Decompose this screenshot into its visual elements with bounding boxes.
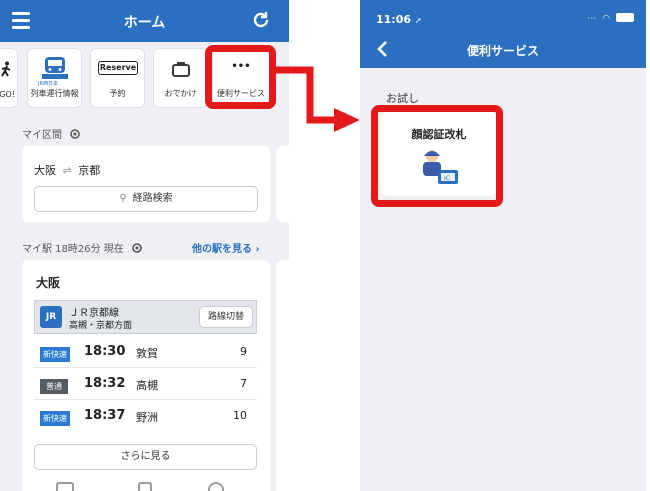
tile-reserve[interactable]: Reserve 予約 <box>90 48 145 108</box>
services-header: 11:06 ➚ ⋯ ◠ 便利サービス <box>360 0 646 68</box>
wifi-icon: ◠ <box>602 14 611 24</box>
route-text: 大阪 ⇌ 京都 <box>34 164 101 177</box>
train-type-badge: 普通 <box>40 379 68 394</box>
next-card-peek <box>276 146 289 222</box>
location-arrow-icon: ➚ <box>414 16 422 25</box>
train-row[interactable]: 普通 18:32 高槻 7 <box>34 370 257 400</box>
bag-icon <box>172 62 190 77</box>
chevron-right-icon: › <box>255 244 260 255</box>
status-icons: ⋯ ◠ <box>587 13 634 24</box>
tile-go[interactable]: GO! <box>0 48 18 108</box>
settings-gear-icon[interactable] <box>131 242 143 254</box>
card-icon <box>56 482 74 491</box>
train-type-badge: 新快速 <box>40 411 70 426</box>
refresh-icon[interactable] <box>251 10 271 30</box>
settings-gear-icon[interactable] <box>69 128 81 140</box>
my-station-label: マイ駅 18時26分 現在 <box>22 240 143 255</box>
station-name: 大阪 <box>36 276 61 290</box>
line-direction: 高槻・京都方面 <box>69 321 133 331</box>
line-header: JR ＪＲ京都線 高槻・京都方面 路線切替 <box>34 300 257 334</box>
line-name: ＪＲ京都線 <box>69 308 119 319</box>
battery-icon <box>616 13 634 22</box>
page-title: ホーム <box>123 15 166 31</box>
my-route-card: 大阪 ⇌ 京都 ⚲ 経路検索 <box>22 146 270 222</box>
right-phone-screen: 11:06 ➚ ⋯ ◠ 便利サービス お試し 顔認証改札 IC <box>360 0 646 491</box>
page-title: 便利サービス <box>466 44 539 58</box>
walking-person-icon <box>1 61 11 77</box>
train-row[interactable]: 新快速 18:30 敦賀 9 <box>34 338 257 368</box>
clock-icon <box>208 482 224 491</box>
route-search-button[interactable]: ⚲ 経路検索 <box>34 186 258 212</box>
other-stations-link[interactable]: 他の駅を見る › <box>192 240 260 255</box>
see-more-button[interactable]: さらに見る <box>34 444 257 470</box>
app-header: ホーム <box>0 0 289 42</box>
trial-section-label: お試し <box>386 92 419 105</box>
my-route-label: マイ区間 <box>22 126 81 141</box>
map-pin-icon: ⚲ <box>119 193 127 204</box>
status-time: 11:06 ➚ <box>376 13 422 26</box>
highlight-box-card <box>371 105 503 207</box>
next-station-card-peek <box>276 260 289 491</box>
signal-icon: ⋯ <box>587 14 597 24</box>
reserve-icon: Reserve <box>98 61 138 75</box>
highlight-box-tile <box>205 45 276 109</box>
tag-icon <box>138 482 152 491</box>
tile-odekake[interactable]: おでかけ <box>153 48 208 108</box>
train-row[interactable]: 新快速 18:37 野洲 10 <box>34 402 257 432</box>
red-arrow-icon <box>274 66 360 132</box>
train-type-badge: 新快速 <box>40 347 70 362</box>
train-icon <box>42 57 68 79</box>
jr-logo: JR <box>40 306 62 328</box>
switch-line-button[interactable]: 路線切替 <box>199 306 253 328</box>
tile-train-info[interactable]: JR西日本 列車運行情報 <box>27 48 82 108</box>
